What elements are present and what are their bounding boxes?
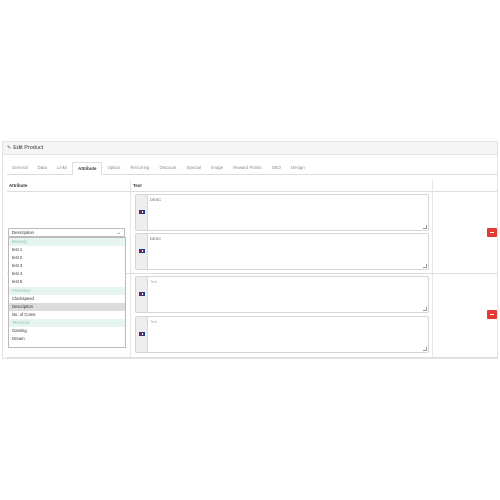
language-addon (136, 234, 148, 269)
text-cell: DESC DESC (130, 192, 432, 273)
text-input-group: Text (135, 316, 429, 353)
text-input-group: DESC (135, 194, 429, 231)
tab-recurring[interactable]: Recurring (125, 162, 154, 175)
flag-icon (139, 249, 145, 253)
attribute-text-area[interactable]: Text (150, 279, 426, 310)
option-group-memory: Memory (9, 238, 125, 247)
language-addon (136, 317, 148, 352)
tab-seo[interactable]: SEO (267, 162, 286, 175)
option-gaming[interactable]: Gaming (9, 327, 125, 335)
option-group-processor: Processor (9, 286, 125, 295)
option-test-2[interactable]: test 2 (9, 254, 125, 262)
panel-title: Edit Product (13, 145, 44, 151)
tab-discount[interactable]: Discount (154, 162, 181, 175)
attribute-text-area[interactable]: DESC (150, 197, 426, 228)
remove-attribute-button[interactable] (487, 228, 497, 237)
pencil-icon: ✎ (7, 145, 12, 151)
tab-attribute[interactable]: Attribute (72, 162, 103, 175)
resize-handle-icon[interactable] (423, 307, 427, 311)
tab-option[interactable]: Option (102, 162, 125, 175)
uk-flag-icon (139, 210, 145, 214)
chevron-down-icon: ⌄ (116, 230, 121, 236)
option-group-technical: Technical (9, 318, 125, 328)
option-test-4[interactable]: test 4 (9, 270, 125, 278)
text-input-group: Text (135, 276, 429, 313)
tab-general[interactable]: General (7, 162, 33, 175)
resize-handle-icon[interactable] (423, 347, 427, 351)
language-addon (136, 277, 148, 312)
tab-reward-points[interactable]: Reward Points (228, 162, 267, 175)
option-test-1[interactable]: test 1 (9, 246, 125, 254)
attribute-dropdown-list: Memory test 1 test 2 test 3 test 4 test … (8, 237, 126, 348)
remove-attribute-button[interactable] (487, 310, 497, 319)
text-cell: Text Text (130, 274, 432, 357)
option-test-3[interactable]: test 3 (9, 262, 125, 270)
column-header-text: Text (130, 180, 432, 192)
panel-heading: ✎ Edit Product (3, 142, 497, 155)
column-header-attribute: Attribute (7, 180, 130, 192)
tab-links[interactable]: Links (52, 162, 72, 175)
attribute-text-area[interactable]: Text (150, 319, 426, 350)
uk-flag-icon (139, 292, 145, 296)
resize-handle-icon[interactable] (423, 225, 427, 229)
language-addon (136, 195, 148, 230)
option-description[interactable]: Description (9, 302, 125, 311)
resize-handle-icon[interactable] (423, 264, 427, 268)
text-input-group: DESC (135, 233, 429, 270)
attribute-select-value: Description (12, 230, 34, 235)
attribute-select[interactable]: Description ⌄ (8, 228, 125, 237)
tab-special[interactable]: Special (182, 162, 206, 175)
minus-icon (490, 313, 494, 315)
option-dream[interactable]: Dream (9, 335, 125, 343)
option-no-of-cores[interactable]: No. of Cores (9, 311, 125, 319)
tab-design[interactable]: Design (286, 162, 310, 175)
attribute-text-area[interactable]: DESC (150, 236, 426, 267)
tab-bar: General Data Links Attribute Option Recu… (7, 162, 497, 175)
minus-icon (490, 231, 494, 233)
option-test-5[interactable]: test 5 (9, 278, 125, 286)
tab-image[interactable]: Image (206, 162, 228, 175)
option-clockspeed[interactable]: Clockspeed (9, 295, 125, 303)
flag-icon (139, 332, 145, 336)
column-header-action (432, 180, 497, 192)
tab-data[interactable]: Data (33, 162, 52, 175)
